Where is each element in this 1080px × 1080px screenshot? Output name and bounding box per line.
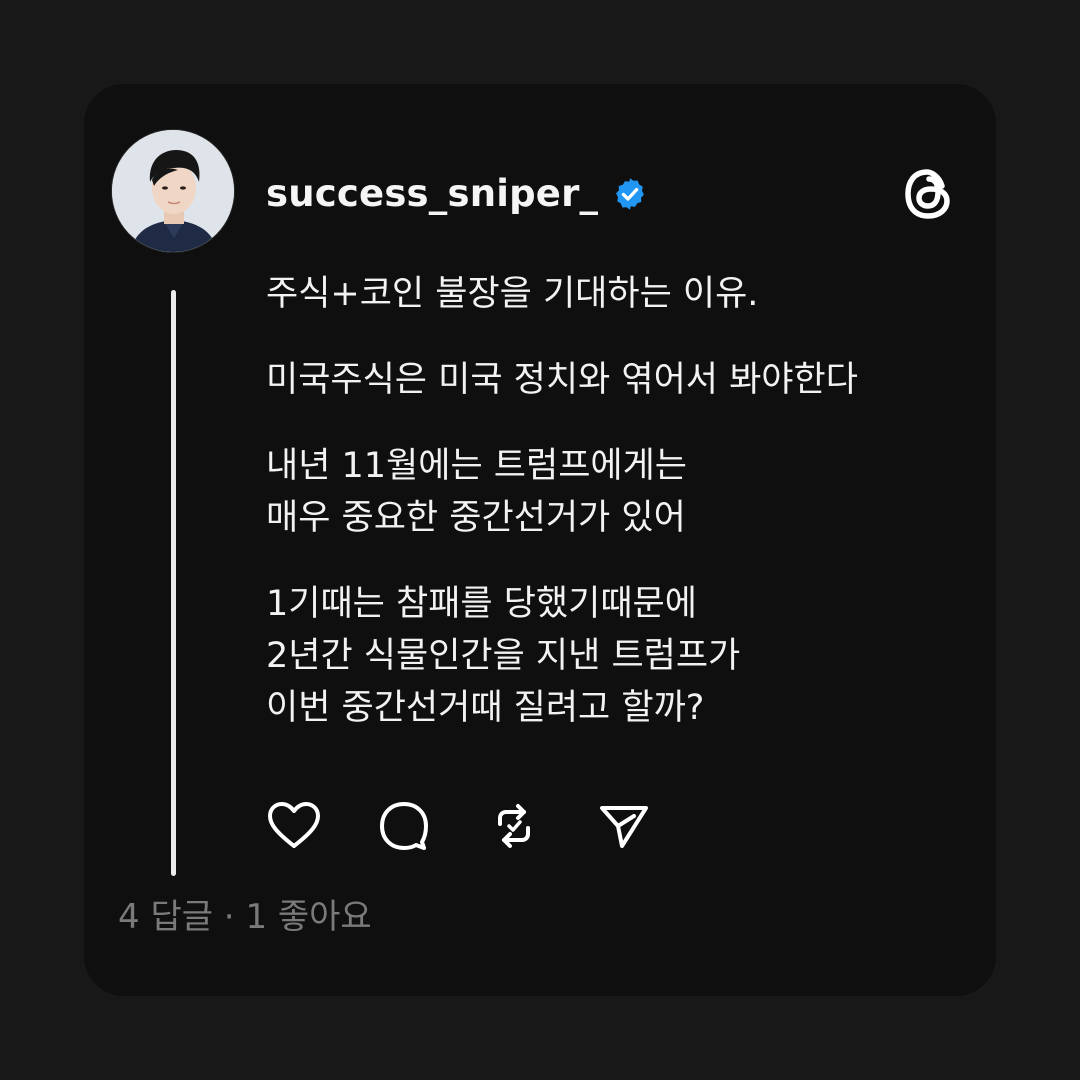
action-bar <box>264 796 654 856</box>
post-paragraph: 미국주식은 미국 정치와 엮어서 봐야한다 <box>266 354 966 406</box>
send-icon <box>600 806 648 848</box>
likes-count[interactable]: 1 좋아요 <box>245 897 371 937</box>
repost-button[interactable] <box>484 796 544 856</box>
post-text-line: 내년 11월에는 트럼프에게는 <box>266 446 687 486</box>
reply-button[interactable] <box>374 796 434 856</box>
comment-bubble-icon <box>380 802 428 850</box>
post-paragraph: 주식+코인 불장을 기대하는 이유. <box>266 268 966 320</box>
replies-count[interactable]: 4 답글 <box>118 897 213 937</box>
page: success_sniper_ 주식+코인 불장을 기대하는 이유. 미국주식은 … <box>0 0 1080 1080</box>
verified-badge-icon <box>612 176 648 212</box>
repost-icon <box>498 804 530 848</box>
threads-logo-icon <box>898 164 958 224</box>
post-paragraph: 내년 11월에는 트럼프에게는매우 중요한 중간선거가 있어 <box>266 440 966 544</box>
avatar-image <box>112 130 234 252</box>
share-button[interactable] <box>594 796 654 856</box>
username[interactable]: success_sniper_ <box>266 166 598 222</box>
post-text-line: 매우 중요한 중간선거가 있어 <box>266 498 686 538</box>
post-paragraph: 1기때는 참패를 당했기때문에 2년간 식물인간을 지낸 트럼프가이번 중간선거때… <box>266 578 966 734</box>
post-text-line: 주식+코인 불장을 기대하는 이유. <box>266 274 759 314</box>
post-text-line: 2년간 식물인간을 지낸 트럼프가 <box>266 636 741 676</box>
post-text-line: 이번 중간선거때 질려고 할까? <box>266 688 705 728</box>
post-stats: 4 답글 · 1 좋아요 <box>118 893 372 941</box>
post-text-line: 1기때는 참패를 당했기때문에 <box>266 584 697 624</box>
heart-icon <box>268 802 320 848</box>
stats-separator: · <box>213 897 246 937</box>
author-row: success_sniper_ <box>266 166 648 222</box>
like-button[interactable] <box>264 796 324 856</box>
post-text-line: 미국주식은 미국 정치와 엮어서 봐야한다 <box>266 360 858 400</box>
post-body: 주식+코인 불장을 기대하는 이유. 미국주식은 미국 정치와 엮어서 봐야한다내… <box>266 268 966 768</box>
avatar[interactable] <box>111 129 235 253</box>
thread-line <box>171 290 176 876</box>
